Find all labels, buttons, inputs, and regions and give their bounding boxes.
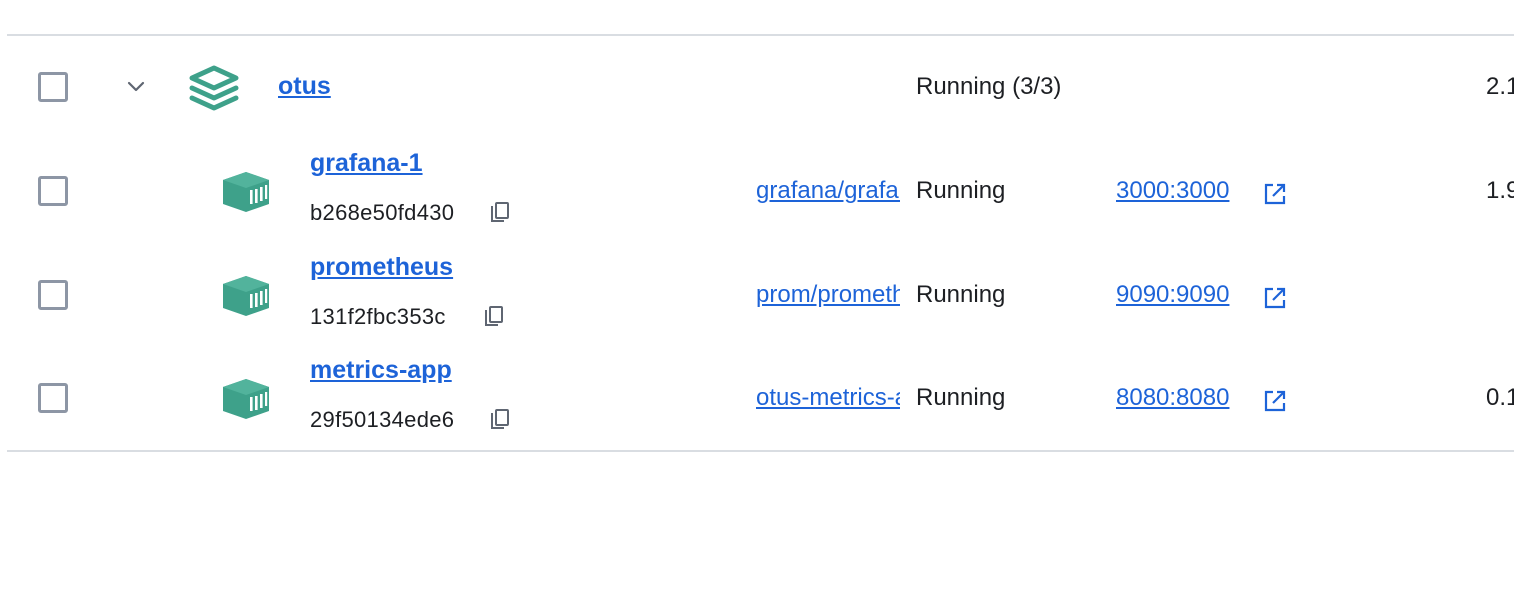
container-status: Running — [916, 384, 1006, 411]
chevron-down-icon[interactable] — [126, 79, 146, 95]
container-port-link[interactable]: 8080:8080 — [1116, 384, 1229, 412]
stack-cpu: 2.1 — [1486, 73, 1514, 100]
container-name-link[interactable]: metrics-app — [310, 356, 452, 385]
container-image-link[interactable]: otus-metrics-app — [756, 384, 900, 412]
external-link-icon[interactable] — [1263, 286, 1287, 310]
container-port-link[interactable]: 9090:9090 — [1116, 281, 1229, 309]
external-link-icon[interactable] — [1263, 182, 1287, 206]
copy-icon[interactable] — [489, 201, 511, 225]
container-name-link[interactable]: grafana-1 — [310, 149, 423, 178]
container-select-checkbox[interactable] — [38, 176, 68, 206]
bottom-divider — [7, 450, 1514, 452]
container-status: Running — [916, 177, 1006, 204]
container-image-link[interactable]: prom/prometheus — [756, 281, 900, 309]
container-cpu: 1.9 — [1486, 177, 1514, 204]
stack-layers-icon — [189, 65, 239, 111]
top-divider — [7, 34, 1514, 36]
stack-status: Running (3/3) — [916, 73, 1062, 100]
container-status: Running — [916, 281, 1006, 308]
container-icon — [223, 379, 269, 419]
container-image-link[interactable]: grafana/grafana — [756, 177, 900, 205]
container-id: 131f2fbc353c — [310, 304, 446, 329]
container-port-link[interactable]: 3000:3000 — [1116, 177, 1229, 205]
container-icon — [223, 172, 269, 212]
container-select-checkbox[interactable] — [38, 280, 68, 310]
stack-select-checkbox[interactable] — [38, 72, 68, 102]
container-cpu: 0.1 — [1486, 384, 1514, 411]
container-id: 29f50134ede6 — [310, 407, 455, 432]
stack-name-link[interactable]: otus — [278, 72, 331, 101]
container-select-checkbox[interactable] — [38, 383, 68, 413]
container-name-link[interactable]: prometheus — [310, 253, 453, 282]
copy-icon[interactable] — [483, 305, 505, 329]
container-id: b268e50fd430 — [310, 200, 455, 225]
external-link-icon[interactable] — [1263, 389, 1287, 413]
copy-icon[interactable] — [489, 408, 511, 432]
container-icon — [223, 276, 269, 316]
containers-table: otus Running (3/3) 2.1 grafana-1 b268e50… — [0, 0, 1514, 596]
